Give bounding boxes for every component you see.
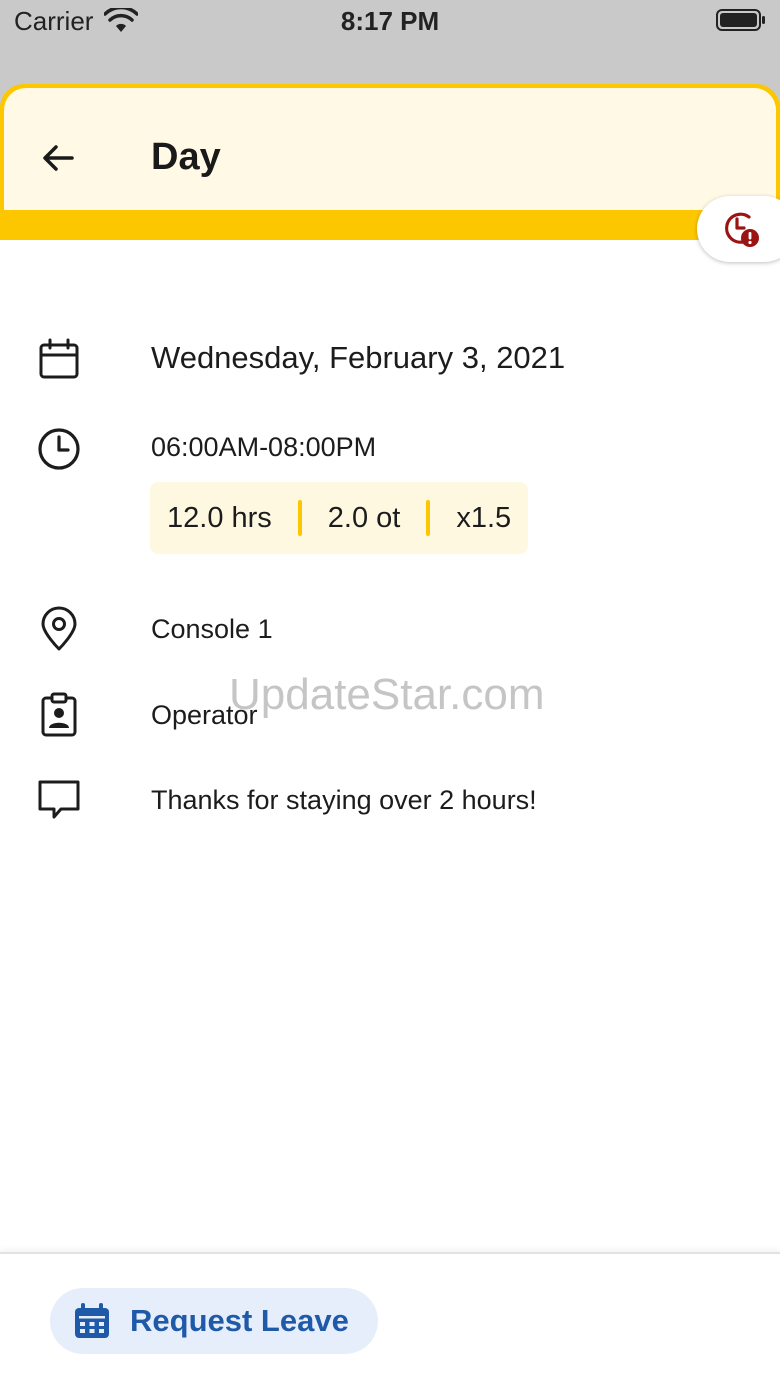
day-screen: Carrier 8:17 PM Day Wednesday, February …: [0, 0, 780, 1387]
back-arrow-icon[interactable]: [38, 138, 78, 178]
header-card: [4, 88, 776, 210]
shift-date: Wednesday, February 3, 2021: [151, 340, 566, 375]
calendar-icon: [75, 1303, 109, 1338]
request-leave-button[interactable]: Request Leave: [50, 1288, 378, 1354]
badge-icon: [41, 692, 77, 737]
stat-divider: [297, 500, 302, 536]
clock-alert-icon: [725, 212, 759, 247]
clock-alert-button[interactable]: [697, 196, 780, 262]
shift-time-range: 06:00AM-08:00PM: [151, 432, 377, 462]
shift-stats: 12.0 hrs 2.0 ot x1.5: [150, 482, 529, 554]
location-pin-icon: [41, 606, 77, 651]
stat-divider: [426, 500, 431, 536]
request-leave-label: Request Leave: [130, 1303, 349, 1338]
shift-location: Console 1: [151, 614, 273, 644]
calendar-icon: [39, 338, 79, 379]
battery-icon: [716, 9, 765, 31]
watermark: UpdateStar.com: [229, 670, 545, 719]
shift-note: Thanks for staying over 2 hours!: [151, 785, 537, 815]
status-bar: Carrier 8:17 PM: [0, 0, 780, 84]
multiplier-stat: x1.5: [456, 501, 512, 534]
overtime-stat: 2.0 ot: [327, 501, 401, 534]
hours-stat: 12.0 hrs: [167, 501, 272, 534]
page-title: Day: [151, 136, 221, 178]
clock-icon: [38, 428, 80, 470]
status-time: 8:17 PM: [340, 6, 440, 36]
comment-icon: [38, 780, 80, 819]
